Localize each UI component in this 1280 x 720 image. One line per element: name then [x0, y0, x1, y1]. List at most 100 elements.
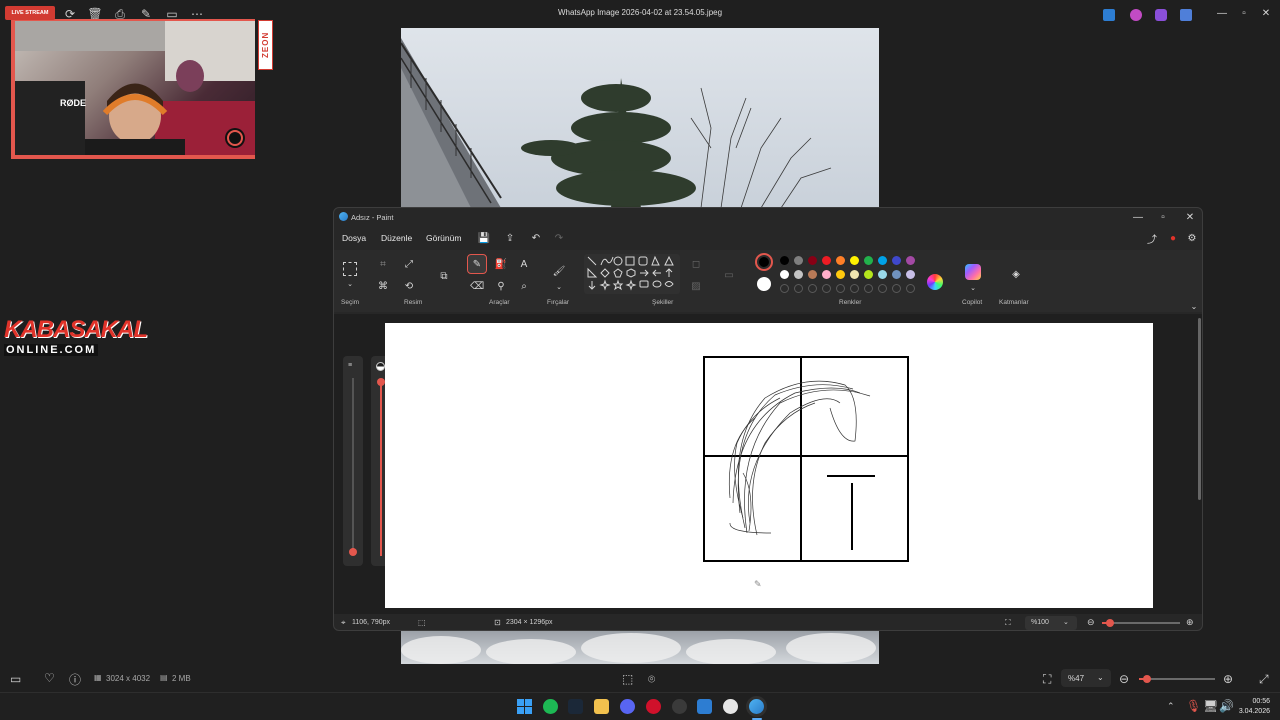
custom-color-slot[interactable]	[794, 284, 803, 293]
maximize-icon[interactable]: ▫	[1236, 6, 1252, 20]
undo-icon[interactable]: ↶	[529, 231, 543, 245]
microphone-icon[interactable]: 🎙	[1186, 699, 1201, 713]
save-icon[interactable]: 💾	[477, 231, 491, 245]
custom-color-slot[interactable]	[836, 284, 845, 293]
chevron-down-icon[interactable]: ⌄	[552, 280, 566, 294]
brush-size-slider[interactable]: ≡	[343, 356, 363, 566]
crop-icon[interactable]: ⌗	[376, 257, 390, 271]
custom-color-slot[interactable]	[864, 284, 873, 293]
color-swatch[interactable]	[794, 270, 803, 279]
file-explorer-icon[interactable]	[594, 699, 609, 714]
chevron-up-icon[interactable]: ⌃	[1167, 701, 1175, 712]
info-icon[interactable]: ⓘ	[69, 671, 81, 688]
color-swatch[interactable]	[864, 270, 873, 279]
steam-icon[interactable]	[568, 699, 583, 714]
visual-search-icon[interactable]: ⌾	[648, 672, 655, 687]
photos-icon[interactable]	[697, 699, 712, 714]
app-tray-icon[interactable]	[1103, 9, 1115, 21]
viewer-zoom-thumb[interactable]	[1142, 675, 1151, 683]
media-player-icon[interactable]	[723, 699, 738, 714]
minimize-icon[interactable]: —	[1214, 6, 1230, 20]
redo-icon[interactable]: ↷	[552, 231, 566, 245]
clock-time[interactable]: 00:56	[1238, 698, 1270, 705]
favorite-icon[interactable]: ♡	[44, 671, 55, 685]
share-icon[interactable]: ⇪	[503, 231, 517, 245]
color-swatch[interactable]	[906, 256, 915, 265]
color-swatch[interactable]	[850, 270, 859, 279]
fit-icon[interactable]: ⛶	[1043, 672, 1051, 687]
zoom-slider[interactable]	[1102, 619, 1180, 627]
fill-icon[interactable]: ⛽	[494, 257, 508, 271]
primary-color[interactable]	[759, 257, 769, 267]
layers-icon[interactable]: ◈	[1008, 266, 1024, 282]
zoom-out-icon[interactable]: ⊖	[1119, 672, 1129, 686]
chevron-down-icon[interactable]: ⌄	[343, 277, 357, 291]
custom-color-slot[interactable]	[892, 284, 901, 293]
color-swatch[interactable]	[794, 256, 803, 265]
pencil-icon[interactable]: ✎	[470, 257, 484, 271]
close-icon[interactable]: ✕	[1258, 6, 1274, 20]
fill-shape-icon[interactable]: ▨	[689, 279, 703, 293]
app-tray-icon[interactable]	[1130, 9, 1142, 21]
clock-date[interactable]: 3.04.2026	[1232, 708, 1270, 715]
zoom-slider-thumb[interactable]	[1105, 619, 1114, 627]
vertical-scrollbar[interactable]	[1198, 318, 1201, 500]
zoom-select[interactable]: %100 ⌄	[1025, 616, 1077, 630]
color-swatch[interactable]	[892, 270, 901, 279]
eraser-icon[interactable]: ⌫	[470, 279, 484, 293]
fit-to-window-icon[interactable]: ⛶	[1005, 618, 1011, 628]
color-swatch[interactable]	[780, 270, 789, 279]
color-swatch[interactable]	[780, 256, 789, 265]
slider-thumb[interactable]	[349, 548, 357, 556]
slider-thumb[interactable]	[377, 378, 385, 386]
selection-icon[interactable]	[343, 262, 357, 276]
minimize-icon[interactable]: —	[1130, 210, 1146, 224]
text-icon[interactable]: A	[517, 257, 531, 271]
viewer-zoom-select[interactable]: %47 ⌄	[1061, 669, 1111, 687]
menu-file[interactable]: Dosya	[342, 233, 366, 243]
opera-icon[interactable]	[646, 699, 661, 714]
primary-color-ring[interactable]	[755, 253, 773, 271]
color-swatch[interactable]	[822, 270, 831, 279]
resize-icon[interactable]: ⤢	[402, 257, 416, 271]
color-swatch[interactable]	[850, 256, 859, 265]
app-tray-icon[interactable]	[1155, 9, 1167, 21]
drawing-canvas[interactable]: ✎	[385, 323, 1153, 608]
brush-icon[interactable]: 🖌	[551, 263, 567, 279]
paint-taskbar-icon[interactable]	[749, 699, 764, 714]
publish-icon[interactable]: ⤴	[1145, 231, 1159, 246]
color-swatch[interactable]	[836, 256, 845, 265]
outline-icon[interactable]: ◻	[689, 257, 703, 271]
chevron-down-icon[interactable]: ⌄	[966, 281, 980, 295]
color-swatch[interactable]	[808, 256, 817, 265]
start-icon[interactable]	[517, 699, 532, 714]
shape-size-icon[interactable]: ▭	[722, 268, 736, 282]
color-picker-icon[interactable]: ⚲	[494, 279, 508, 293]
fullscreen-icon[interactable]: ⤢	[1259, 672, 1269, 687]
record-icon[interactable]: ●	[1166, 231, 1180, 245]
zoom-in-icon[interactable]: ⊕	[1186, 617, 1194, 628]
color-swatch[interactable]	[906, 270, 915, 279]
custom-color-slot[interactable]	[808, 284, 817, 293]
custom-color-slot[interactable]	[906, 284, 915, 293]
network-icon[interactable]: 🖥	[1203, 699, 1218, 713]
rotate-image-icon[interactable]: ⟲	[402, 279, 416, 293]
maximize-icon[interactable]: ▫	[1155, 210, 1171, 224]
color-swatch[interactable]	[878, 256, 887, 265]
menu-edit[interactable]: Düzenle	[381, 233, 412, 243]
color-swatch[interactable]	[822, 256, 831, 265]
crop-select-icon[interactable]: ⬚	[622, 672, 633, 686]
zoom-in-icon[interactable]: ⊕	[1223, 672, 1233, 686]
custom-color-slot[interactable]	[878, 284, 887, 293]
zoom-out-icon[interactable]: ⊖	[1087, 617, 1095, 628]
image-select-icon[interactable]: ⌘	[376, 279, 390, 293]
viewer-zoom-slider[interactable]	[1139, 675, 1215, 683]
copilot-icon[interactable]	[965, 264, 981, 280]
settings-icon[interactable]: ⚙	[1185, 231, 1199, 245]
color-swatch[interactable]	[808, 270, 817, 279]
spotify-icon[interactable]	[543, 699, 558, 714]
chevron-down-icon[interactable]: ⌄	[1187, 299, 1201, 313]
cloud-icon[interactable]	[1180, 9, 1192, 21]
edit-colors-icon[interactable]	[927, 274, 943, 290]
custom-color-slot[interactable]	[850, 284, 859, 293]
